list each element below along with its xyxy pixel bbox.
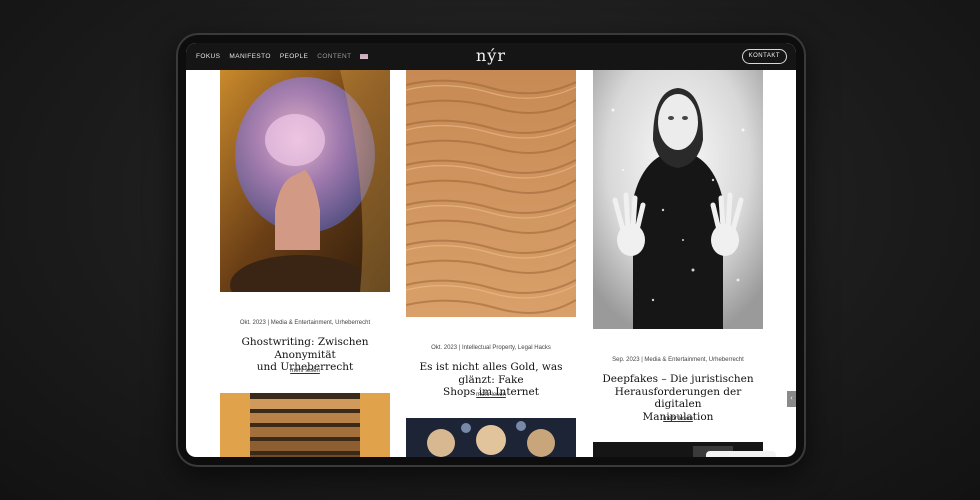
read-more-link[interactable]: mehr lesen — [593, 416, 763, 422]
post-title-line: Es ist nicht alles Gold, was glänzt: Fak… — [419, 361, 563, 386]
post-image-deepfakes[interactable] — [593, 70, 763, 329]
site-logo[interactable]: nýr — [476, 46, 506, 65]
post-title-line: Ghostwriting: Zwischen Anonymität — [241, 336, 369, 361]
post-meta: Sep. 2023 | Media & Entertainment, Urheb… — [612, 357, 744, 363]
nav-link-fokus[interactable]: FOKUS — [196, 53, 220, 60]
nav-links: FOKUS MANIFESTO PEOPLE CONTENT — [186, 53, 369, 60]
cookie-tab[interactable] — [706, 451, 776, 457]
nav-link-manifesto[interactable]: MANIFESTO — [229, 53, 270, 60]
post-image-ghostwriting[interactable] — [220, 70, 390, 292]
post-meta: Okt. 2023 | Intellectual Property, Legal… — [431, 345, 551, 351]
flag-icon[interactable] — [360, 54, 369, 59]
nav-link-content[interactable]: CONTENT — [317, 53, 351, 60]
post-meta: Okt. 2023 | Media & Entertainment, Urheb… — [239, 320, 371, 326]
post-title-line: Deepfakes – Die juristischen — [602, 373, 754, 385]
contact-button[interactable]: KONTAKT — [741, 49, 787, 64]
post-image-stairs[interactable] — [220, 393, 390, 457]
post-image-desert[interactable] — [406, 70, 576, 317]
top-navigation: FOKUS MANIFESTO PEOPLE CONTENT nýr KONTA… — [186, 43, 796, 70]
website-screen: FOKUS MANIFESTO PEOPLE CONTENT nýr KONTA… — [186, 43, 796, 457]
nav-link-people[interactable]: PEOPLE — [280, 53, 308, 60]
read-more-link[interactable]: mehr lesen — [220, 368, 390, 374]
post-title-line: Herausforderungen der digitalen — [614, 385, 742, 411]
chevron-left-icon[interactable]: ‹ — [787, 391, 796, 407]
post-image-crowd[interactable] — [406, 418, 576, 457]
read-more-link[interactable]: mehr lesen — [406, 392, 576, 398]
tablet-frame: FOKUS MANIFESTO PEOPLE CONTENT nýr KONTA… — [176, 33, 806, 467]
